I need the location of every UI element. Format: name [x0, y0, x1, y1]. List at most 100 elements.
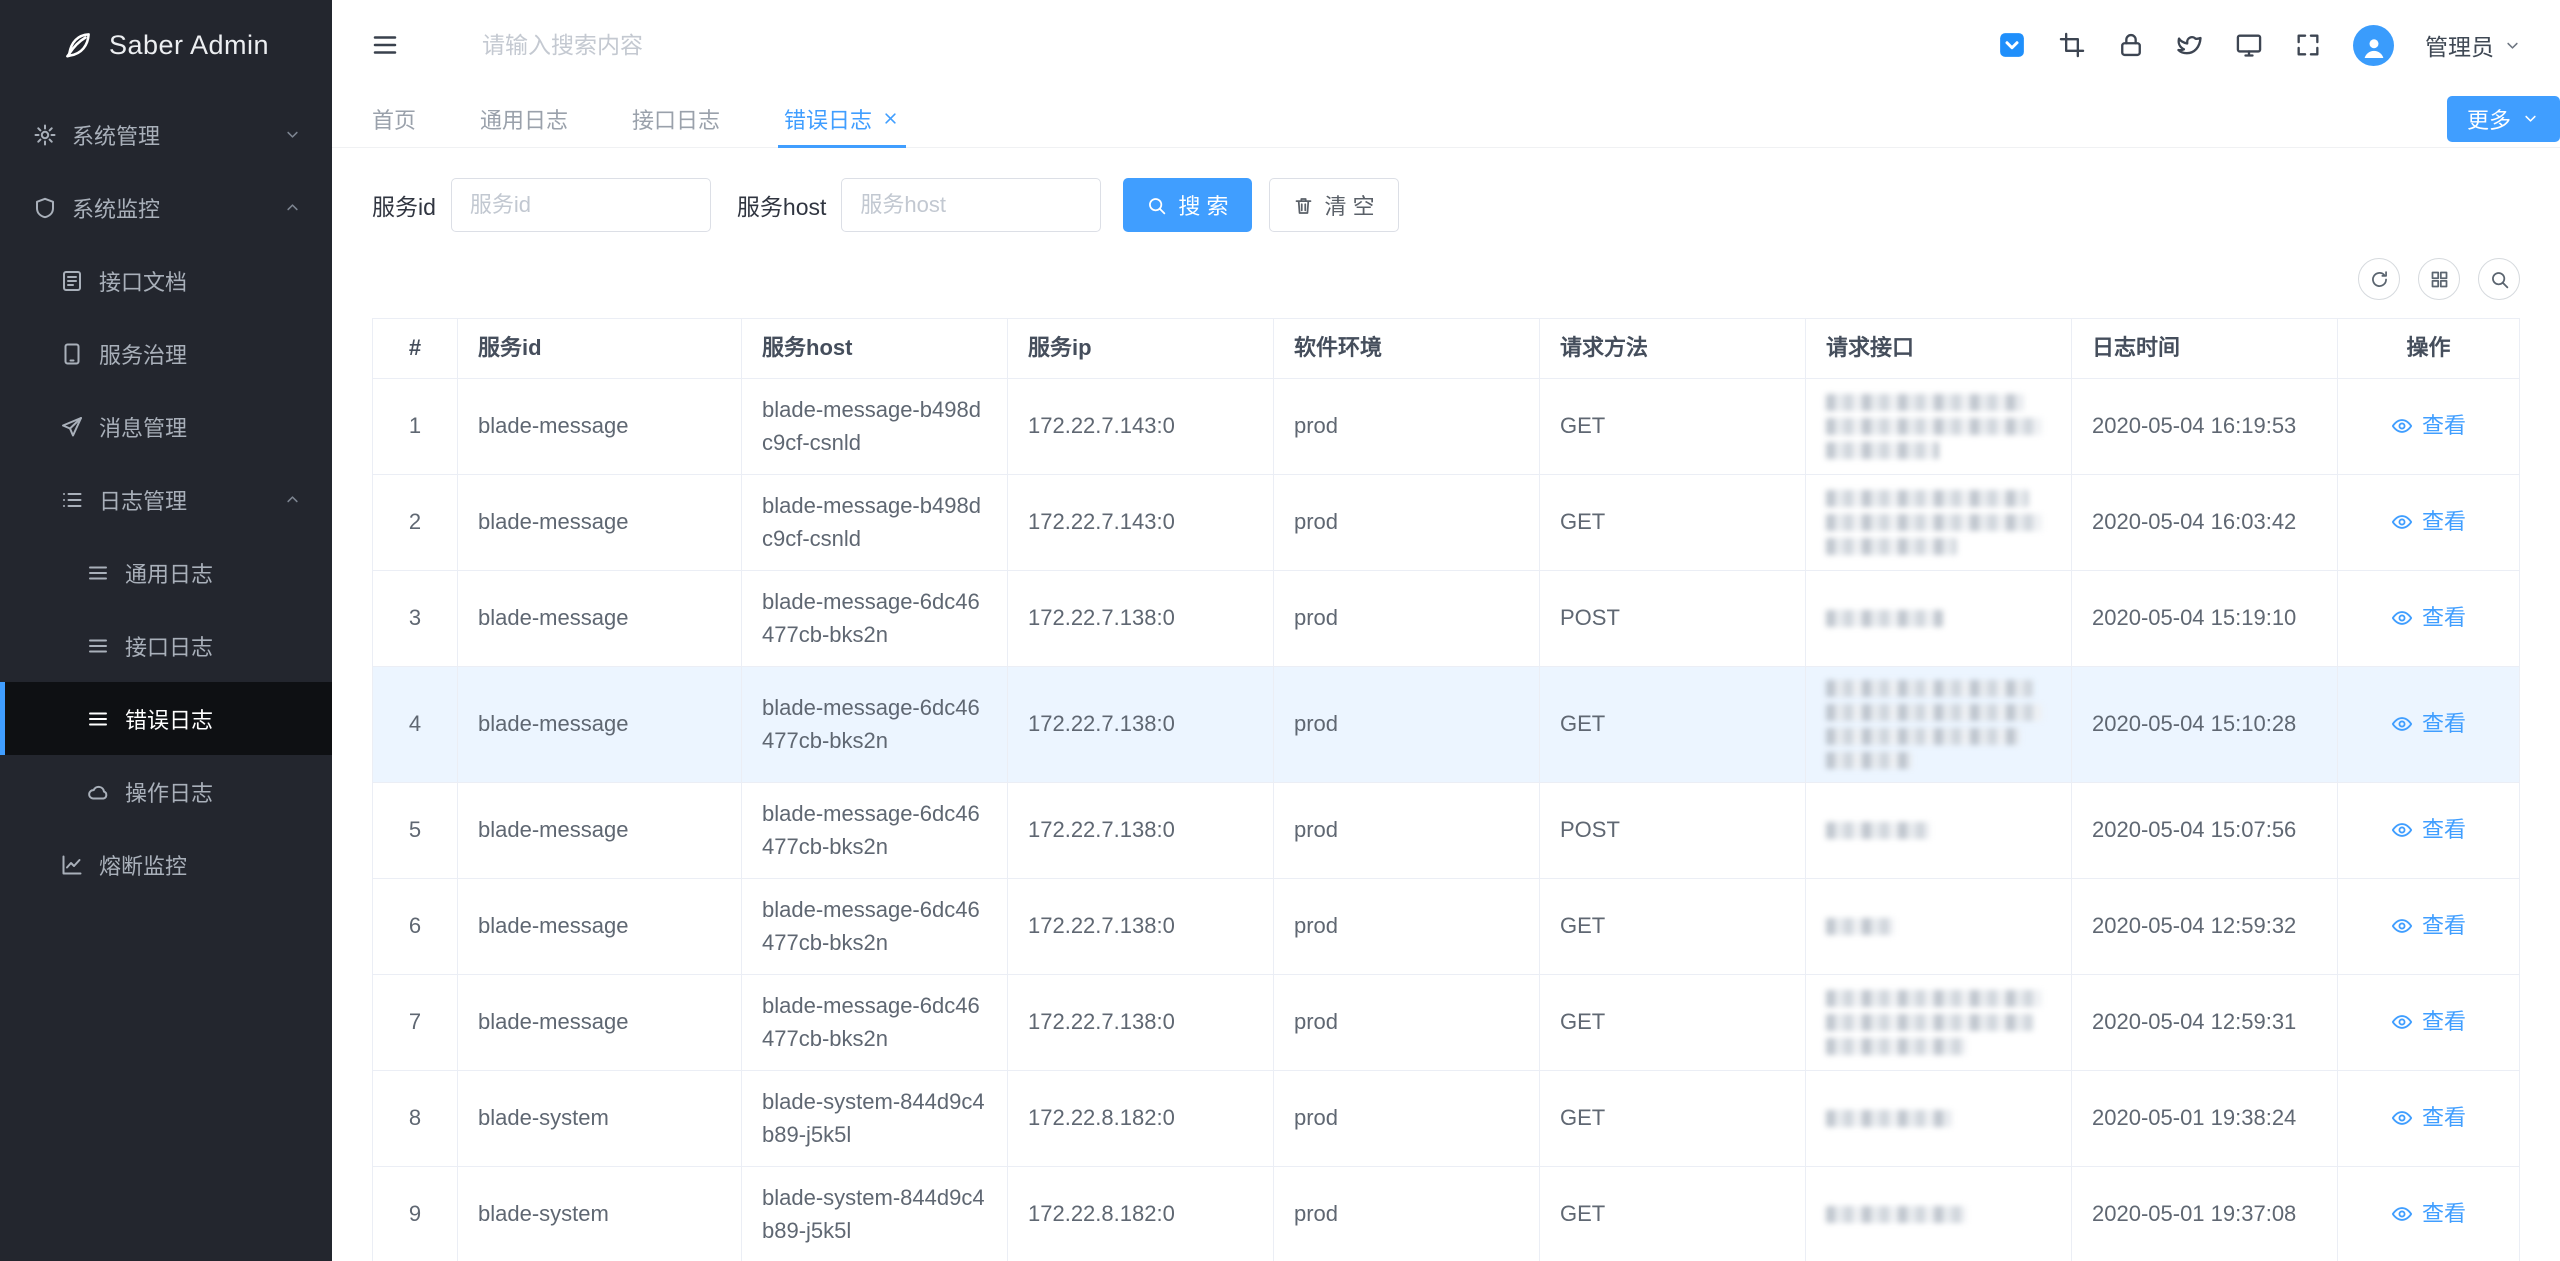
sidebar-item[interactable]: 熔断监控 [0, 828, 332, 901]
column-settings-button[interactable] [2418, 258, 2460, 300]
service-host-cell: blade-message-b498dc9cf-csnld [742, 475, 1008, 570]
message-badge-icon[interactable] [1997, 30, 2027, 60]
service-id-cell: blade-message [458, 975, 742, 1070]
table-row: 5blade-messageblade-message-6dc46477cb-b… [373, 783, 2519, 879]
service-id-input[interactable] [451, 178, 711, 232]
row-index-cell: 7 [373, 975, 458, 1070]
sidebar-item[interactable]: 接口日志 [0, 609, 332, 682]
tab[interactable]: 接口日志 [632, 90, 720, 147]
column-header: 服务host [742, 319, 1008, 378]
avatar[interactable] [2353, 25, 2394, 66]
eye-icon [2391, 713, 2413, 735]
view-button[interactable]: 查看 [2391, 910, 2466, 943]
page-content: 服务id 服务host 搜 索 清 空 #服 [332, 148, 2560, 1261]
service-host-cell: blade-system-844d9c4b89-j5k5l [742, 1167, 1008, 1261]
sidebar-item[interactable]: 操作日志 [0, 755, 332, 828]
user-dropdown[interactable]: 管理员 [2425, 28, 2522, 62]
service-id-cell: blade-message [458, 879, 742, 974]
sidebar-item-label: 服务治理 [99, 338, 187, 370]
sidebar-item[interactable]: 日志管理 [0, 463, 332, 536]
refresh-button[interactable] [2358, 258, 2400, 300]
more-button[interactable]: 更多 [2447, 96, 2560, 142]
tabs: 首页 通用日志 接口日志 错误日志 [372, 90, 964, 147]
view-button[interactable]: 查看 [2391, 602, 2466, 635]
table-header-row: #服务id服务host服务ip软件环境请求方法请求接口日志时间操作 [373, 319, 2519, 379]
service-ip-cell: 172.22.7.138:0 [1008, 879, 1274, 974]
eye-icon [2391, 1203, 2413, 1225]
redacted-api-path [1826, 990, 2051, 1055]
sidebar-item[interactable]: 消息管理 [0, 390, 332, 463]
chevron-down-icon [2521, 109, 2540, 128]
bird-icon[interactable] [2176, 31, 2204, 59]
topbar-icon-group [1997, 30, 2322, 60]
service-host-input[interactable] [841, 178, 1101, 232]
env-cell: prod [1274, 571, 1540, 666]
view-button[interactable]: 查看 [2391, 506, 2466, 539]
sidebar-item-label: 消息管理 [99, 411, 187, 443]
api-cell [1806, 475, 2072, 570]
column-header: 日志时间 [2072, 319, 2338, 378]
tab[interactable]: 首页 [372, 90, 416, 147]
service-ip-cell: 172.22.8.182:0 [1008, 1167, 1274, 1261]
service-ip-cell: 172.22.7.138:0 [1008, 667, 1274, 782]
trash-icon [1293, 195, 1314, 216]
column-header: 请求方法 [1540, 319, 1806, 378]
lines-icon [86, 634, 110, 658]
api-cell [1806, 571, 2072, 666]
lock-icon[interactable] [2117, 31, 2145, 59]
tab[interactable]: 错误日志 [784, 90, 900, 147]
redacted-api-path [1826, 822, 2051, 839]
screenshot-icon[interactable] [2058, 31, 2086, 59]
service-host-cell: blade-message-6dc46477cb-bks2n [742, 783, 1008, 878]
tab-label: 接口日志 [632, 103, 720, 135]
column-header: 操作 [2338, 319, 2519, 378]
sidebar-item-label: 接口日志 [125, 630, 213, 662]
gear-icon [33, 123, 57, 147]
monitor-icon[interactable] [2235, 31, 2263, 59]
sidebar-item[interactable]: 错误日志 [0, 682, 332, 755]
table-row: 4blade-messageblade-message-6dc46477cb-b… [373, 667, 2519, 783]
view-label: 查看 [2422, 1102, 2466, 1135]
time-cell: 2020-05-04 15:10:28 [2072, 667, 2338, 782]
eye-icon [2391, 1011, 2413, 1033]
sidebar-menu: 系统管理系统监控接口文档服务治理消息管理日志管理通用日志接口日志错误日志操作日志… [0, 90, 332, 901]
table-row: 3blade-messageblade-message-6dc46477cb-b… [373, 571, 2519, 667]
sidebar-item[interactable]: 接口文档 [0, 244, 332, 317]
env-cell: prod [1274, 379, 1540, 474]
service-id-cell: blade-system [458, 1167, 742, 1261]
redacted-api-path [1826, 610, 2051, 627]
table-row: 6blade-messageblade-message-6dc46477cb-b… [373, 879, 2519, 975]
time-cell: 2020-05-04 16:19:53 [2072, 379, 2338, 474]
view-button[interactable]: 查看 [2391, 1006, 2466, 1039]
tab-label: 首页 [372, 103, 416, 135]
table-toolbar [372, 258, 2520, 300]
view-button[interactable]: 查看 [2391, 410, 2466, 443]
sidebar-item[interactable]: 系统监控 [0, 171, 332, 244]
view-button[interactable]: 查看 [2391, 1198, 2466, 1231]
clear-button[interactable]: 清 空 [1269, 178, 1399, 232]
toggle-search-button[interactable] [2478, 258, 2520, 300]
action-cell: 查看 [2338, 879, 2519, 974]
env-cell: prod [1274, 975, 1540, 1070]
sidebar-item[interactable]: 服务治理 [0, 317, 332, 390]
search-button[interactable]: 搜 索 [1123, 178, 1251, 232]
row-index-cell: 2 [373, 475, 458, 570]
sidebar-item-label: 错误日志 [125, 703, 213, 735]
lines-icon [86, 561, 110, 585]
view-button[interactable]: 查看 [2391, 1102, 2466, 1135]
service-id-cell: blade-message [458, 475, 742, 570]
sidebar-item[interactable]: 通用日志 [0, 536, 332, 609]
view-button[interactable]: 查看 [2391, 814, 2466, 847]
service-id-cell: blade-message [458, 783, 742, 878]
service-host-cell: blade-message-b498dc9cf-csnld [742, 379, 1008, 474]
fullscreen-icon[interactable] [2294, 31, 2322, 59]
hamburger-menu-icon[interactable] [370, 30, 400, 60]
sidebar-item-label: 系统监控 [72, 192, 160, 224]
view-button[interactable]: 查看 [2391, 708, 2466, 741]
close-icon[interactable] [881, 109, 900, 128]
tab[interactable]: 通用日志 [480, 90, 568, 147]
sidebar-item[interactable]: 系统管理 [0, 98, 332, 171]
global-search-input[interactable] [482, 32, 902, 59]
view-label: 查看 [2422, 506, 2466, 539]
api-cell [1806, 975, 2072, 1070]
